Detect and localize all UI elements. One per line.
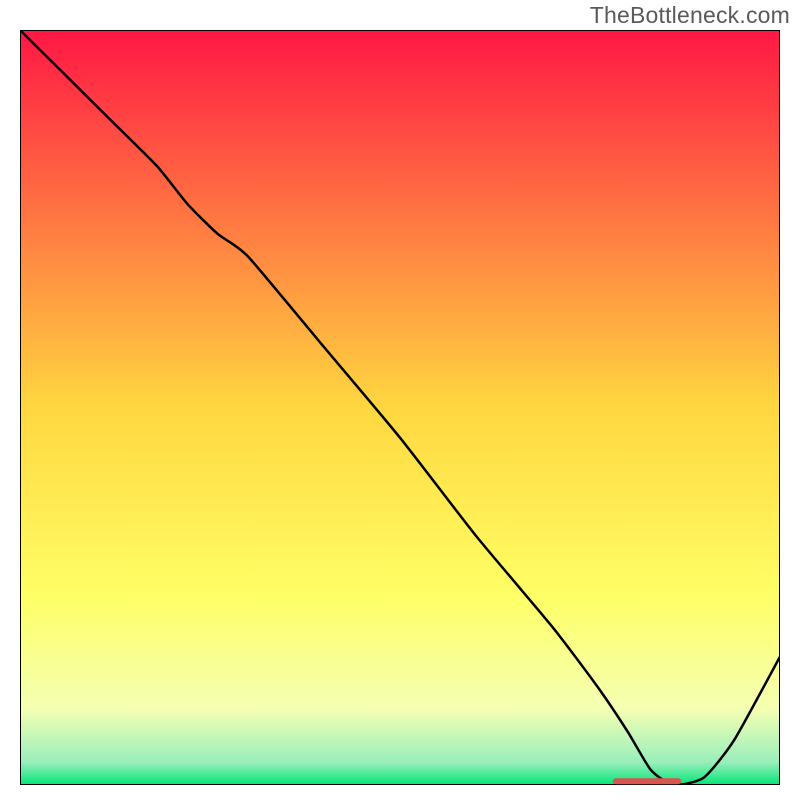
- watermark-text: TheBottleneck.com: [590, 2, 790, 29]
- optimal-range-marker: [613, 778, 681, 784]
- bottleneck-chart: [20, 30, 780, 785]
- chart-container: TheBottleneck.com: [0, 0, 800, 800]
